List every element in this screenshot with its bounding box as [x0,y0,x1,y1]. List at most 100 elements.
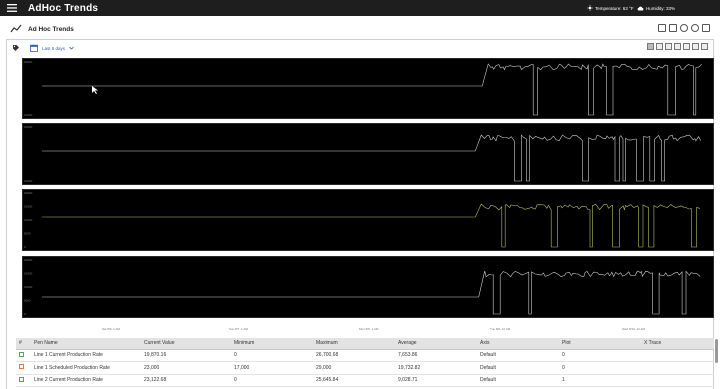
column-header-index[interactable]: # [16,338,30,350]
average-value: 19,732.82 [394,361,476,375]
app-title: AdHoc Trends [28,2,99,14]
y-tick-label: 15000 [24,205,33,209]
hamburger-icon [7,4,17,12]
pan-tool-button[interactable] [647,43,654,50]
plot-frame [22,189,714,251]
minimum-value: 17,000 [230,361,312,375]
y-tick-label: 10000 [24,218,33,222]
sun-icon [587,5,593,11]
average-value: 9,028.71 [394,374,476,388]
axis-value[interactable]: Default [476,349,558,363]
chart-tools [647,43,708,50]
page-header: Ad Hoc Trends [6,19,714,39]
pen-color-swatch[interactable] [19,364,24,370]
pen-name: Line 1 Current Production Rate [30,349,140,363]
column-header-x-trace[interactable]: X Trace [640,338,714,350]
date-range-label[interactable]: Last 5 days [42,46,65,51]
y-tick-label: 10000 [24,285,33,289]
cloud-icon [637,6,644,10]
maximum-value: 26,700.68 [312,349,394,363]
axis-value[interactable]: Default [476,361,558,375]
y-tick-label: 10000 [24,179,33,183]
save-button[interactable] [669,24,677,32]
text-size-button[interactable] [702,24,710,32]
plot-frame [22,58,714,119]
y-tick-label: 20000 [24,125,33,129]
column-header-maximum[interactable]: Maximum [312,338,394,350]
table-row[interactable]: Line 1 Current Production Rate 19,870.16… [16,349,714,363]
plot-frame [22,123,714,185]
tag-icon[interactable] [12,44,20,52]
pen-name: Line 2 Current Production Rate [30,374,140,388]
maximum-value: 29,000 [312,361,394,375]
column-header-average[interactable]: Average [394,338,476,350]
settings-button[interactable] [692,43,699,50]
column-header-current-value[interactable]: Current Value [140,338,230,350]
pen-name: Line 1 Scheduled Production Rate [30,361,140,375]
x-trace-value [640,361,714,375]
trend-chart-1[interactable]: 20000 10000 [22,58,714,119]
mouse-cursor-icon [92,86,98,94]
trend-series-line [42,203,701,248]
zoom-tool-button[interactable] [656,43,663,50]
time-tick: Mon 8/8, 1 AM [359,327,379,331]
current-value: 19,870.16 [140,349,230,363]
chevron-down-icon[interactable] [69,46,74,50]
y-tick-label: 20000 [24,191,33,195]
column-header-minimum[interactable]: Minimum [230,338,312,350]
column-header-pen-name[interactable]: Pen Name [30,338,140,350]
time-tick: Sat 8/6, 1 AM [102,327,121,331]
plot-value[interactable]: 0 [558,349,640,363]
x-trace-value [640,374,714,388]
page-title: Ad Hoc Trends [28,25,74,33]
temperature-text: Temperature: 63 °F [595,5,634,11]
temperature-status: Temperature: 63 °F [587,0,634,16]
trend-series-line [42,134,701,182]
folder-open-button[interactable] [658,24,666,32]
trend-chart-4[interactable]: 20000 15000 10000 5000 0 [22,256,714,318]
table-row[interactable]: Line 1 Scheduled Production Rate 23,000 … [16,361,714,375]
table-scrollbar[interactable] [715,339,718,363]
y-tick-label: 20000 [24,258,33,262]
y-tick-label: 15000 [24,272,33,276]
y-tick-label: 0 [24,245,26,249]
trend-chart-3[interactable]: 20000 15000 10000 5000 0 [22,189,714,251]
time-tick: Sun 8/7, 1 AM [229,327,248,331]
table-row[interactable]: Line 2 Current Production Rate 23,122.68… [16,374,714,388]
y-tick-label: 5000 [24,299,31,303]
humidity-text: Humidity: 33% [646,5,676,11]
time-tick: Tue 8/9, 12 AM [490,327,511,331]
x-trace-value [640,349,714,363]
minimum-value: 0 [230,374,312,388]
plot-value[interactable]: 1 [558,374,640,388]
fullscreen-button[interactable] [683,43,690,50]
column-header-plot[interactable]: Plot [558,338,640,350]
trend-line-icon [10,24,22,33]
trend-chart-2[interactable]: 20000 10000 [22,123,714,185]
more-button[interactable] [701,43,708,50]
y-tick-label: 10000 [24,113,33,117]
zoom-y-button[interactable] [674,43,681,50]
pen-color-swatch[interactable] [19,351,24,357]
zoom-x-button[interactable] [665,43,672,50]
time-tick: Wed 8/10, 12 AM [622,327,645,331]
y-tick-label: 20000 [24,60,33,64]
current-value: 23,000 [140,361,230,375]
calendar-icon[interactable] [30,44,38,52]
trend-toolbar: Last 5 days [12,42,712,54]
column-header-axis[interactable]: Axis [476,338,558,350]
pen-table-header: # Pen Name Current Value Minimum Maximum… [16,338,714,350]
minimum-value: 0 [230,349,312,363]
pen-color-swatch[interactable] [19,376,24,382]
axis-value[interactable]: Default [476,374,558,388]
time-axis: Sat 8/6, 1 AM Sun 8/7, 1 AM Mon 8/8, 1 A… [22,326,714,334]
help-button[interactable] [691,24,699,32]
hamburger-menu-button[interactable] [0,0,24,16]
plot-value[interactable]: 0 [558,361,640,375]
header-tools [658,24,710,32]
y-tick-label: 0 [24,312,26,316]
average-value: 7,653.86 [394,349,476,363]
maximum-value: 25,645.84 [312,374,394,388]
trend-series-line [42,63,702,116]
info-button[interactable] [680,24,688,32]
